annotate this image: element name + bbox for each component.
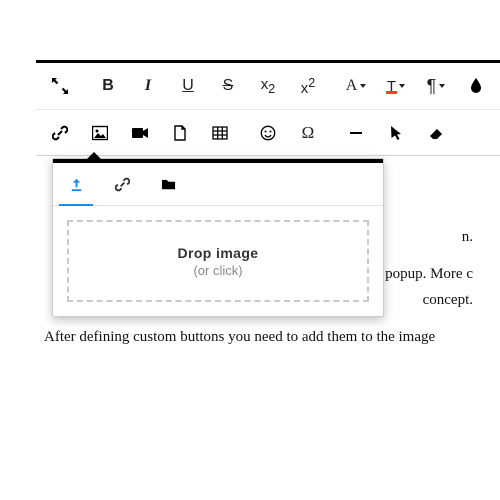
emoji-button[interactable] — [248, 110, 288, 156]
subscript-button[interactable]: x2 — [248, 63, 288, 109]
paragraph-format-button[interactable]: ¶ — [416, 63, 456, 109]
select-button[interactable] — [376, 110, 416, 156]
cursor-icon — [388, 125, 404, 141]
video-icon — [132, 125, 148, 141]
file-icon — [172, 125, 188, 141]
link-icon — [115, 177, 130, 192]
bold-icon: B — [102, 77, 114, 95]
bold-button[interactable]: B — [88, 63, 128, 109]
popup-tabs — [53, 163, 383, 206]
superscript-button[interactable]: x2 — [288, 63, 328, 109]
font-size-button[interactable]: T — [376, 63, 416, 109]
font-family-icon: A — [346, 77, 358, 95]
strike-button[interactable]: S — [208, 63, 248, 109]
omega-icon: Ω — [302, 123, 315, 143]
smile-icon — [260, 125, 276, 141]
dropzone-label: Drop image — [177, 245, 258, 261]
minus-icon — [348, 125, 364, 141]
folder-icon — [161, 177, 176, 192]
tab-browse[interactable] — [145, 163, 191, 205]
file-button[interactable] — [160, 110, 200, 156]
link-icon — [52, 125, 68, 141]
italic-button[interactable]: I — [128, 63, 168, 109]
paragraph: After defining custom buttons you need t… — [44, 326, 473, 349]
special-char-button[interactable]: Ω — [288, 110, 328, 156]
link-button[interactable] — [40, 110, 80, 156]
video-button[interactable] — [120, 110, 160, 156]
image-button[interactable] — [80, 110, 120, 156]
fullscreen-button[interactable] — [40, 63, 80, 109]
tab-upload[interactable] — [53, 163, 99, 205]
table-button[interactable] — [200, 110, 240, 156]
tab-url[interactable] — [99, 163, 145, 205]
image-icon — [92, 125, 108, 141]
chevron-down-icon — [439, 84, 445, 88]
strike-icon: S — [223, 77, 234, 95]
color-button[interactable] — [456, 63, 496, 109]
eraser-icon — [428, 125, 444, 141]
hr-button[interactable] — [336, 110, 376, 156]
chevron-down-icon — [399, 84, 405, 88]
superscript-icon: x2 — [301, 76, 315, 97]
subscript-icon: x2 — [261, 76, 275, 96]
upload-icon — [69, 177, 84, 192]
image-insert-popup: Drop image (or click) — [52, 158, 384, 317]
underline-icon: U — [182, 77, 194, 95]
italic-icon: I — [145, 77, 151, 95]
expand-icon — [52, 78, 68, 94]
underline-button[interactable]: U — [168, 63, 208, 109]
image-dropzone[interactable]: Drop image (or click) — [67, 220, 369, 302]
tint-icon — [468, 78, 484, 94]
dropzone-sublabel: (or click) — [193, 263, 242, 278]
editor-toolbar: B I U S x2 x2 A T ¶ — [36, 60, 500, 156]
table-icon — [212, 125, 228, 141]
font-family-button[interactable]: A — [336, 63, 376, 109]
chevron-down-icon — [360, 84, 366, 88]
font-size-icon: T — [387, 78, 396, 95]
paragraph-icon: ¶ — [427, 76, 437, 97]
clear-format-button[interactable] — [416, 110, 456, 156]
